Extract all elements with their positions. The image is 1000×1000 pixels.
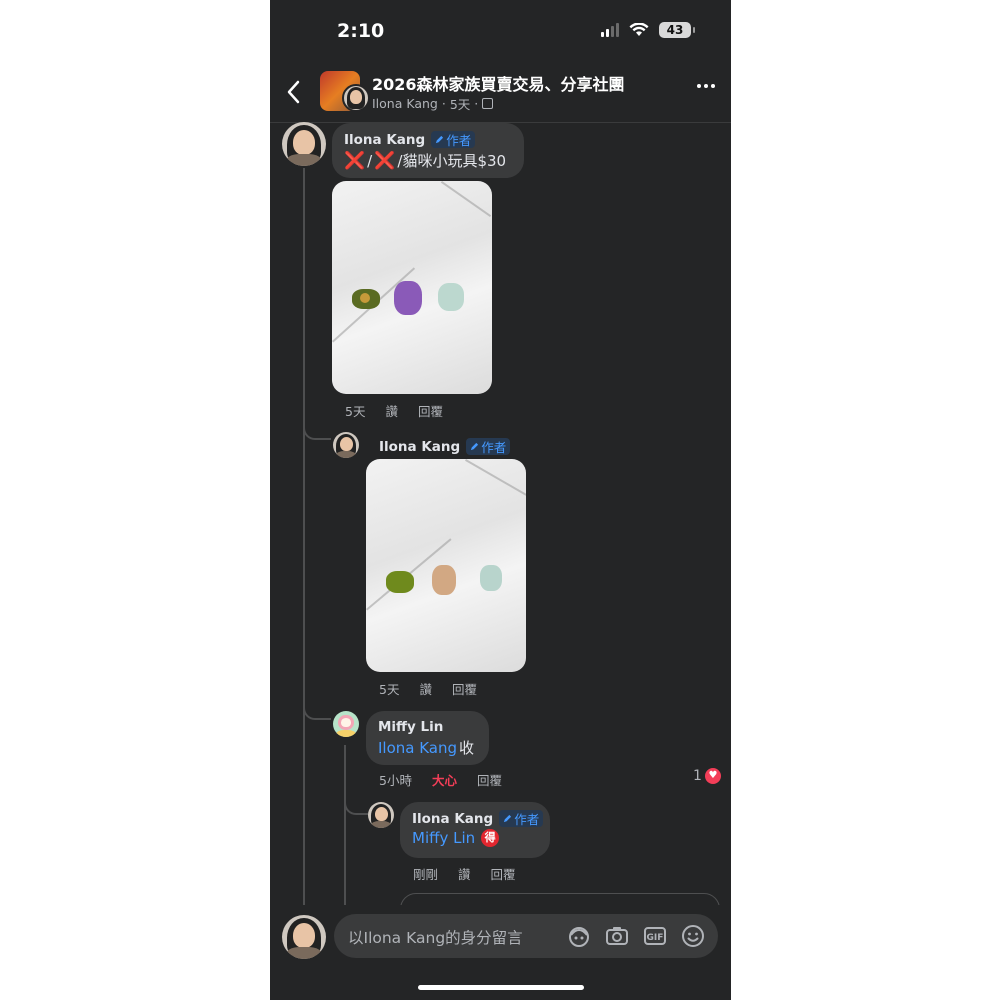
comment-time: 5天 [379,682,400,697]
comment-bubble: Miffy Lin Ilona Kang 收 [366,711,489,765]
comment-placeholder: 以Ilona Kang的身分留言 [348,929,523,947]
composer-icons: GIF [566,923,706,949]
thread-line [303,168,305,910]
avatar[interactable] [333,711,359,737]
heart-reaction-icon: ♥ [704,768,721,784]
thread-connector [303,700,331,720]
reply-button[interactable]: 回覆 [477,770,502,789]
thread-line [344,745,346,910]
toy-item [386,571,414,593]
like-button[interactable]: 讚 [419,679,432,698]
author-badge: 作者 [499,810,544,827]
comment-photo[interactable] [366,459,526,672]
comment-photo[interactable] [332,181,492,394]
avatar[interactable] [333,432,359,458]
avatar-sticker-icon[interactable] [566,923,592,949]
avatar[interactable] [368,802,394,828]
like-button[interactable]: 讚 [385,401,398,420]
toy-item [394,281,422,315]
pencil-icon [504,814,512,823]
camera-icon[interactable] [604,923,630,949]
comment-author[interactable]: Miffy Lin [378,719,443,735]
comment-time: 5天 [345,404,366,419]
toy-item [438,283,464,311]
cross-mark-emoji: ❌ [344,150,366,171]
comment-bubble: Ilona Kang 作者 ❌ / ❌ /貓咪小玩具$30 [332,123,524,178]
comment-text: Ilona Kang 收 [378,738,475,758]
more-icon[interactable] [697,84,715,88]
toy-item [360,293,370,303]
comment-time: 剛剛 [413,867,439,882]
comment-actions: 5小時 大心 回覆 [379,770,502,789]
author-badge: 作者 [466,438,511,455]
reaction-count[interactable]: 1 ♥ [693,768,721,784]
author-avatar-small [342,84,370,112]
mention-link[interactable]: Ilona Kang [378,739,457,757]
avatar[interactable] [282,122,326,166]
reply-button[interactable]: 回覆 [491,864,516,883]
status-bar: 2:10 43 [270,0,731,62]
emoji-icon[interactable] [680,923,706,949]
post-author[interactable]: Ilona Kang [372,96,438,111]
back-chevron-icon[interactable] [284,78,304,106]
signal-icon [601,23,619,37]
comment-actions: 5天 讚 回覆 [345,401,443,420]
avatar [282,915,326,959]
battery-indicator: 43 [659,22,695,38]
comment-author[interactable]: Ilona Kang [344,132,425,148]
status-time: 2:10 [337,20,385,42]
mention-link[interactable]: Miffy Lin [412,829,475,847]
comment-author[interactable]: Ilona Kang [379,439,460,455]
author-badge: 作者 [431,131,476,148]
comment-bubble: Ilona Kang 作者 Miffy Lin 得 [400,802,550,858]
post-header: 2026森林家族買賣交易、分享社團 Ilona Kang · 5天 · [270,62,731,123]
reply-button[interactable]: 回覆 [418,401,443,420]
cross-mark-emoji: ❌ [374,150,396,171]
comment-time: 5小時 [379,773,412,788]
comment-author[interactable]: Ilona Kang [412,811,493,827]
like-button[interactable]: 讚 [458,864,471,883]
toy-item [480,565,502,591]
gif-icon[interactable]: GIF [642,923,668,949]
status-icons: 43 [601,22,695,38]
comment-header: Ilona Kang 作者 [379,438,511,455]
pencil-icon [436,135,444,144]
love-reaction-button[interactable]: 大心 [432,770,457,789]
page-icon [482,98,494,109]
post-age: 5天 [449,97,471,112]
thread-connector [344,795,368,815]
phone-screen: 2:10 43 2026森林家族買賣交易、分享社團 Ilona Kang · 5… [270,0,731,1000]
group-title[interactable]: 2026森林家族買賣交易、分享社團 [372,71,625,95]
reply-button[interactable]: 回覆 [452,679,477,698]
home-indicator[interactable] [418,985,584,990]
pencil-icon [471,442,479,451]
comment-actions: 剛剛 讚 回覆 [413,864,516,883]
post-meta: Ilona Kang · 5天 · [372,94,494,113]
thread-connector [303,420,331,440]
comment-text: ❌ / ❌ /貓咪小玩具$30 [344,150,507,171]
toy-item [432,565,456,595]
comment-input[interactable]: 以Ilona Kang的身分留言 GIF [334,914,718,958]
de-emoji: 得 [481,829,500,847]
comment-text: Miffy Lin 得 [412,829,538,847]
wifi-icon [629,23,649,36]
comment-actions: 5天 讚 回覆 [379,679,477,698]
